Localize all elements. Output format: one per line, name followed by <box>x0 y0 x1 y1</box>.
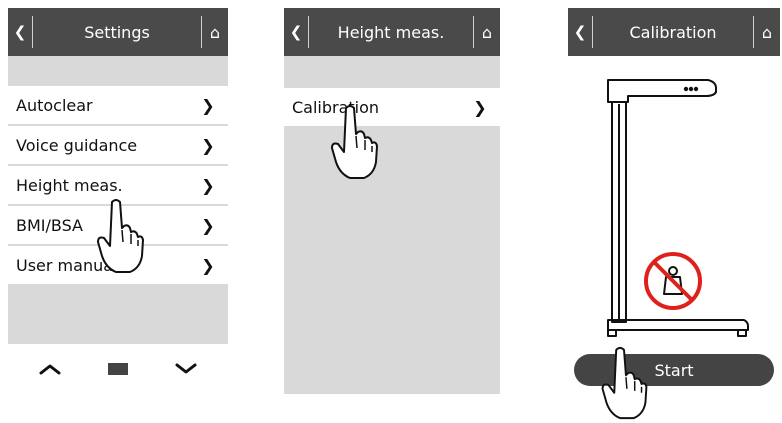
chevron-right-icon: ❯ <box>201 175 215 195</box>
settings-item-label: Voice guidance <box>16 135 138 155</box>
home-button[interactable]: ⌂ <box>754 8 780 56</box>
chevron-right-icon: ❯ <box>201 95 215 115</box>
height-meas-item-calibration[interactable]: Calibration ❯ <box>284 88 500 126</box>
calibration-header: ❮ Calibration ⌂ <box>568 8 780 56</box>
height-meas-list: Calibration ❯ <box>284 88 500 128</box>
chevron-right-icon: ❯ <box>201 215 215 235</box>
chevron-up-icon <box>39 364 61 375</box>
calibration-screen: ❮ Calibration ⌂ Start <box>568 8 780 394</box>
page-title: Height meas. <box>337 22 445 42</box>
settings-item-label: BMI/BSA <box>16 215 83 235</box>
back-button[interactable]: ❮ <box>568 8 592 56</box>
back-icon: ❮ <box>13 23 27 41</box>
home-icon: ⌂ <box>209 22 221 42</box>
height-meas-screen: ❮ Height meas. ⌂ Calibration ❯ <box>284 8 500 394</box>
home-icon: ⌂ <box>761 22 773 42</box>
back-button[interactable]: ❮ <box>8 8 32 56</box>
settings-item-voice-guidance[interactable]: Voice guidance ❯ <box>8 126 228 164</box>
chevron-down-icon <box>175 363 197 374</box>
back-icon: ❮ <box>573 23 587 41</box>
settings-item-label: Autoclear <box>16 95 93 115</box>
no-weight-icon <box>644 252 702 310</box>
page-indicator <box>107 363 128 375</box>
settings-header: ❮ Settings ⌂ <box>8 8 228 56</box>
home-button[interactable]: ⌂ <box>474 8 500 56</box>
page-title: Calibration <box>629 22 717 42</box>
settings-item-label: Height meas. <box>16 175 123 195</box>
scroll-down-button[interactable] <box>161 349 211 389</box>
pointing-hand-icon <box>601 346 648 420</box>
scroll-up-button[interactable] <box>25 349 75 389</box>
back-button[interactable]: ❮ <box>284 8 308 56</box>
chevron-right-icon: ❯ <box>201 255 215 275</box>
chevron-right-icon: ❯ <box>201 135 215 155</box>
page-navigation <box>8 344 228 394</box>
height-meas-header: ❮ Height meas. ⌂ <box>284 8 500 56</box>
home-icon: ⌂ <box>481 22 493 42</box>
start-button-label: Start <box>654 360 694 380</box>
page-title: Settings <box>84 22 150 42</box>
back-icon: ❮ <box>289 23 303 41</box>
chevron-right-icon: ❯ <box>473 97 487 117</box>
home-button[interactable]: ⌂ <box>202 8 228 56</box>
pointing-hand-icon <box>97 199 144 273</box>
settings-item-autoclear[interactable]: Autoclear ❯ <box>8 86 228 124</box>
pointing-hand-icon <box>331 105 378 179</box>
